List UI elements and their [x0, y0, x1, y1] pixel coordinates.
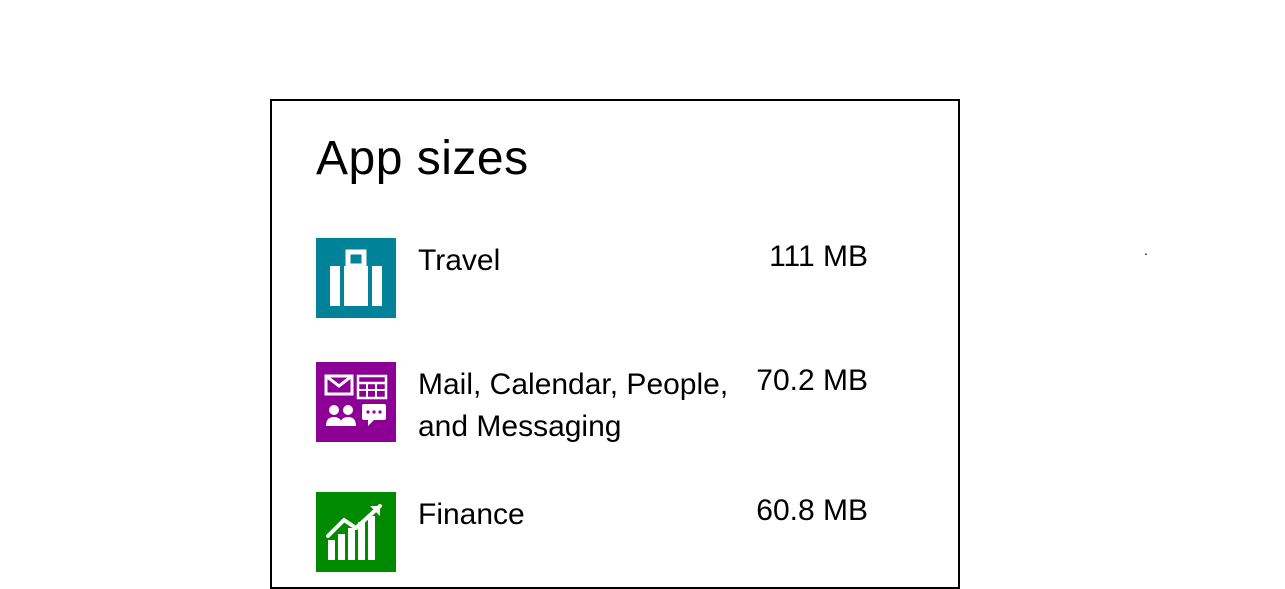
app-row-finance[interactable]: Finance 60.8 MB — [316, 492, 914, 572]
stray-dot: . — [1144, 242, 1148, 258]
app-size: 70.2 MB — [738, 362, 868, 398]
app-sizes-panel: App sizes Travel 111 MB — [270, 99, 960, 589]
mail-calendar-people-messaging-icon — [316, 362, 396, 442]
app-row-mail[interactable]: Mail, Calendar, People, and Messaging 70… — [316, 362, 914, 448]
app-name: Finance — [418, 492, 738, 536]
app-name: Travel — [418, 238, 738, 282]
panel-title: App sizes — [316, 131, 914, 186]
chart-up-icon — [316, 492, 396, 572]
app-name: Mail, Calendar, People, and Messaging — [418, 362, 738, 448]
app-list: Travel 111 MB — [316, 238, 914, 572]
app-size: 60.8 MB — [738, 492, 868, 528]
app-size: 111 MB — [738, 238, 868, 274]
app-row-travel[interactable]: Travel 111 MB — [316, 238, 914, 318]
suitcase-icon — [316, 238, 396, 318]
